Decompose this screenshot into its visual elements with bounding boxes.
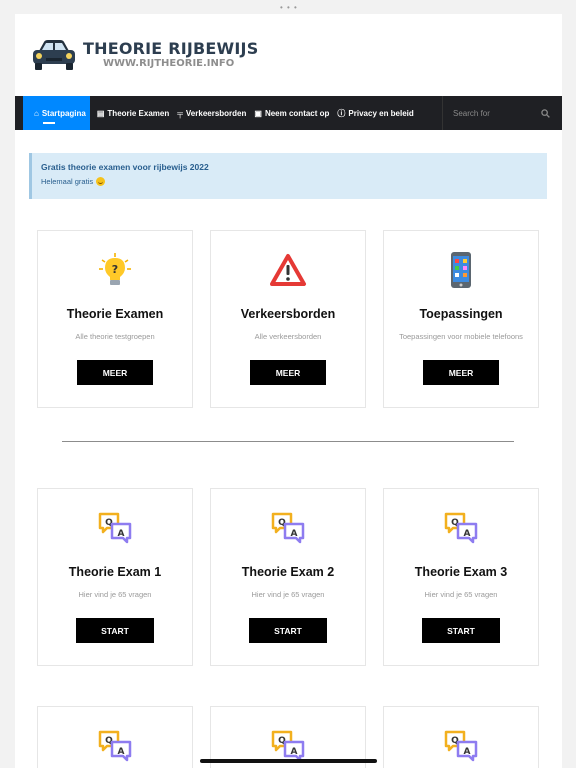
smartphone-icon xyxy=(384,251,538,289)
brand-title: THEORIE RIJBEWIJS xyxy=(83,39,259,58)
card-description: Toepassingen voor mobiele telefoons xyxy=(399,332,523,341)
search-icon[interactable] xyxy=(541,108,550,118)
start-button[interactable]: START xyxy=(249,618,327,643)
card-theorie-exam-2: Q A Theorie Exam 2 Hier vind je 65 vrage… xyxy=(210,488,366,666)
svg-text:A: A xyxy=(464,529,471,539)
start-button[interactable]: START xyxy=(422,618,500,643)
lightbulb-icon: ? xyxy=(38,251,192,289)
card-theorie-examen: ? Theorie Examen Alle theorie testgroepe… xyxy=(37,230,193,408)
card-description: Alle verkeersborden xyxy=(254,332,322,341)
svg-text:A: A xyxy=(118,747,125,757)
meer-button[interactable]: MEER xyxy=(423,360,499,385)
search-box xyxy=(442,96,562,130)
svg-text:A: A xyxy=(291,529,298,539)
card-title: Verkeersborden xyxy=(240,307,336,321)
nav-item-label: Startpagina xyxy=(41,108,86,118)
search-input[interactable] xyxy=(453,108,533,118)
home-icon: ⌂ xyxy=(34,108,39,118)
qa-icon: Q A xyxy=(384,509,538,547)
svg-text:A: A xyxy=(291,747,298,757)
card-title: Theorie Examen xyxy=(66,307,164,321)
main-nav: ⌂ Startpagina ▤ Theorie Examen ╤ Verkeer… xyxy=(15,96,562,130)
nav-item-label: Privacy en beleid xyxy=(348,108,414,118)
home-indicator[interactable] xyxy=(200,759,377,763)
contact-card-icon: ▣ xyxy=(254,108,262,118)
start-button[interactable]: START xyxy=(76,618,154,643)
card-theorie-exam-3: Q A Theorie Exam 3 Hier vind je 65 vrage… xyxy=(383,488,539,666)
page: THEORIE RIJBEWIJS WWW.RIJTHEORIE.INFO ⌂ … xyxy=(15,14,562,768)
nav-item-theorie-examen[interactable]: ▤ Theorie Examen xyxy=(93,96,173,130)
card-title: Theorie Exam 2 xyxy=(241,565,335,579)
warning-sign-icon xyxy=(211,251,365,289)
qa-icon: Q A xyxy=(384,727,538,765)
site-logo[interactable]: THEORIE RIJBEWIJS WWW.RIJTHEORIE.INFO xyxy=(31,37,258,73)
brand-url: WWW.RIJTHEORIE.INFO xyxy=(103,58,235,69)
meer-button[interactable]: MEER xyxy=(77,360,153,385)
meer-button[interactable]: MEER xyxy=(250,360,326,385)
svg-text:A: A xyxy=(464,747,471,757)
qa-icon: Q A xyxy=(211,509,365,547)
card-theorie-exam-1: Q A Theorie Exam 1 Hier vind je 65 vrage… xyxy=(37,488,193,666)
card-theorie-exam-next-3: Q A xyxy=(383,706,539,768)
nav-item-label: Theorie Examen xyxy=(107,108,170,118)
notice-text-label: Helemaal gratis xyxy=(41,177,94,186)
nav-item-label: Verkeersborden xyxy=(185,108,247,118)
nav-item-contact[interactable]: ▣ Neem contact op xyxy=(250,96,333,130)
nav-item-privacy[interactable]: ⓘ Privacy en beleid xyxy=(333,96,417,130)
notice-title: Gratis theorie examen voor rijbewijs 202… xyxy=(41,162,209,172)
nav-item-label: Neem contact op xyxy=(264,108,330,118)
card-description: Hier vind je 65 vragen xyxy=(251,590,325,599)
card-toepassingen: Toepassingen Toepassingen voor mobiele t… xyxy=(383,230,539,408)
card-title: Theorie Exam 3 xyxy=(414,565,508,579)
qa-icon: Q A xyxy=(38,509,192,547)
nav-item-verkeersborden[interactable]: ╤ Verkeersborden xyxy=(173,96,250,130)
qa-icon: Q A xyxy=(38,727,192,765)
card-title: Theorie Exam 1 xyxy=(68,565,162,579)
svg-text:?: ? xyxy=(112,263,118,276)
signpost-icon: ╤ xyxy=(177,108,183,118)
car-icon xyxy=(33,40,75,70)
info-notice: Gratis theorie examen voor rijbewijs 202… xyxy=(29,153,547,199)
card-description: Alle theorie testgroepen xyxy=(75,332,155,341)
info-icon: ⓘ xyxy=(337,108,346,118)
card-theorie-exam-next-1: Q A xyxy=(37,706,193,768)
notice-text: Helemaal gratis xyxy=(41,177,538,186)
card-description: Hier vind je 65 vragen xyxy=(424,590,498,599)
nav-item-startpagina[interactable]: ⌂ Startpagina xyxy=(23,96,90,130)
smiley-icon xyxy=(96,177,106,186)
card-description: Hier vind je 65 vragen xyxy=(78,590,152,599)
section-divider xyxy=(62,441,514,442)
site-header: THEORIE RIJBEWIJS WWW.RIJTHEORIE.INFO xyxy=(15,14,562,96)
status-bar-dots: • • • xyxy=(280,3,298,12)
document-icon: ▤ xyxy=(96,108,105,118)
card-title: Toepassingen xyxy=(419,307,503,321)
svg-text:A: A xyxy=(118,529,125,539)
card-verkeersborden: Verkeersborden Alle verkeersborden MEER xyxy=(210,230,366,408)
